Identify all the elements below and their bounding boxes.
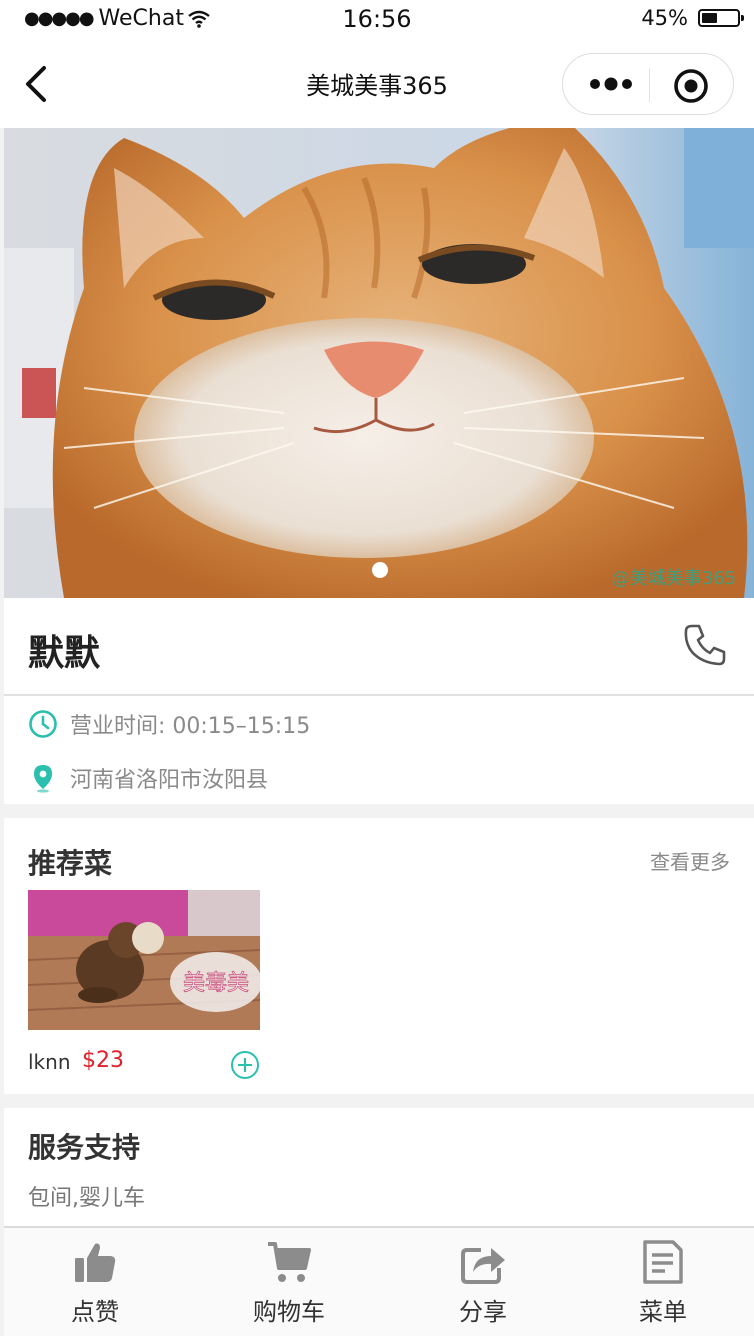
cart-icon — [268, 1242, 311, 1282]
business-hours-row: 营业时间: 00:15–15:15 — [28, 708, 310, 740]
navigation-bar: 美城美事365 — [0, 40, 754, 128]
bottom-action-bar: 点赞 购物车 分享 菜单 — [4, 1226, 754, 1336]
share-label: 分享 — [459, 1298, 507, 1326]
shop-banner-carousel[interactable]: @美城美事365 — [4, 128, 754, 598]
like-button[interactable]: 点赞 — [20, 1228, 170, 1336]
clock-icon — [29, 710, 57, 738]
battery-icon — [698, 9, 744, 27]
cart-label: 购物车 — [253, 1298, 325, 1326]
capsule-divider — [649, 68, 650, 102]
menu-button[interactable]: 菜单 — [588, 1228, 738, 1336]
location-pin-icon — [34, 765, 52, 793]
add-to-cart-icon[interactable] — [230, 1050, 260, 1080]
miniprogram-capsule — [562, 53, 734, 115]
menu-label: 菜单 — [639, 1298, 687, 1326]
menu-list-icon — [643, 1240, 683, 1284]
dish-name: lknn — [28, 1050, 71, 1074]
section-title: 推荐菜 — [28, 847, 113, 880]
service-list: 包间,婴儿车 — [28, 1186, 145, 1211]
share-button[interactable]: 分享 — [408, 1228, 558, 1336]
dish-image-logo: 美毒美 — [183, 971, 249, 996]
close-miniprogram-icon[interactable] — [671, 66, 711, 106]
status-bar: ●●●●● WeChat 16:56 45% — [0, 0, 754, 40]
recommended-dishes: 推荐菜 查看更多 美毒美 lknn $23 — [4, 818, 754, 1094]
address-row[interactable]: 河南省洛阳市汝阳县 — [28, 762, 268, 794]
dish-photo: 美毒美 — [28, 890, 260, 1030]
business-hours: 营业时间: 00:15–15:15 — [70, 714, 311, 739]
section-title: 服务支持 — [28, 1131, 141, 1164]
see-more-link[interactable]: 查看更多 — [650, 846, 730, 875]
banner-cat-image — [4, 128, 754, 598]
shop-info: 营业时间: 00:15–15:15 河南省洛阳市汝阳县 — [4, 696, 754, 804]
service-support: 服务支持 包间,婴儿车 — [4, 1108, 754, 1226]
more-options-icon[interactable] — [583, 66, 643, 102]
thumbs-up-icon — [75, 1243, 116, 1282]
battery-percent: 45% — [641, 6, 688, 30]
cart-button[interactable]: 购物车 — [214, 1228, 364, 1336]
dish-image[interactable]: 美毒美 — [28, 890, 260, 1030]
banner-watermark: @美城美事365 — [611, 568, 736, 589]
like-label: 点赞 — [71, 1298, 119, 1326]
dish-price: $23 — [82, 1048, 124, 1073]
battery-area: 45% — [641, 6, 744, 30]
share-icon — [461, 1248, 505, 1284]
shop-address: 河南省洛阳市汝阳县 — [70, 768, 269, 793]
shop-name: 默默 — [28, 633, 101, 674]
phone-call-icon[interactable] — [682, 622, 728, 668]
carousel-indicator-dot — [372, 562, 388, 578]
shop-header: 默默 — [4, 598, 754, 694]
